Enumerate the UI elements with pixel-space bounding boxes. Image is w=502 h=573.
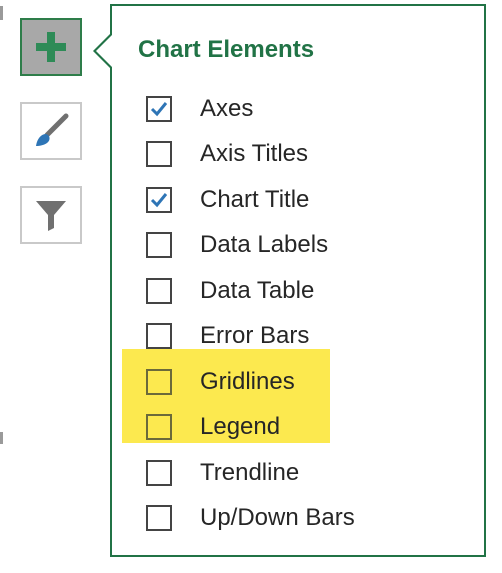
chart-element-item-data-labels[interactable]: Data Labels: [146, 223, 355, 269]
chart-elements-list: Axes Axis Titles Chart Title Data Labels…: [146, 86, 355, 541]
chart-element-item-axes[interactable]: Axes: [146, 86, 355, 132]
chart-element-label: Axis Titles: [200, 140, 309, 168]
chart-filters-button[interactable]: [20, 186, 82, 244]
window-edge-mark-top: [0, 6, 3, 20]
funnel-icon: [33, 197, 69, 233]
chart-element-label: Axes: [200, 94, 254, 122]
chart-styles-button[interactable]: [20, 102, 82, 160]
legend-checkbox[interactable]: [146, 414, 172, 441]
trendline-checkbox[interactable]: [146, 459, 172, 486]
panel-title: Chart Elements: [138, 36, 315, 63]
chart-element-label: Chart Title: [200, 185, 310, 213]
window-edge-mark-bottom: [0, 432, 3, 444]
chart-element-item-chart-title[interactable]: Chart Title: [146, 177, 355, 223]
gridlines-checkbox[interactable]: [146, 368, 172, 395]
chart-element-item-trendline[interactable]: Trendline: [146, 450, 355, 496]
add-chart-element-button[interactable]: [20, 18, 82, 76]
checkmark-icon: [150, 192, 168, 207]
chart-element-label: Gridlines: [200, 367, 295, 395]
chart-element-label: Data Labels: [200, 231, 329, 259]
chart-element-label: Up/Down Bars: [200, 504, 355, 532]
axes-checkbox[interactable]: [146, 95, 172, 122]
chart-element-item-error-bars[interactable]: Error Bars: [146, 314, 355, 360]
chart-element-item-legend[interactable]: Legend: [146, 405, 355, 451]
checkmark-icon: [150, 101, 168, 116]
chart-element-label: Legend: [200, 413, 281, 441]
chart-element-label: Trendline: [200, 458, 300, 486]
paintbrush-icon: [32, 112, 70, 150]
error-bars-checkbox[interactable]: [146, 323, 172, 350]
data-table-checkbox[interactable]: [146, 277, 172, 304]
chart-element-item-data-table[interactable]: Data Table: [146, 268, 355, 314]
data-labels-checkbox[interactable]: [146, 232, 172, 259]
chart-elements-panel: Chart Elements Axes Axis Titles Chart Ti…: [110, 4, 486, 557]
chart-element-label: Data Table: [200, 276, 315, 304]
chart-element-item-up-down-bars[interactable]: Up/Down Bars: [146, 496, 355, 542]
chart-title-checkbox[interactable]: [146, 186, 172, 213]
axis-titles-checkbox[interactable]: [146, 141, 172, 168]
panel-pointer-fill: [96, 35, 112, 67]
chart-element-item-gridlines[interactable]: Gridlines: [146, 359, 355, 405]
chart-element-label: Error Bars: [200, 322, 310, 350]
plus-icon: [34, 30, 68, 64]
chart-element-item-axis-titles[interactable]: Axis Titles: [146, 132, 355, 178]
up-down-bars-checkbox[interactable]: [146, 505, 172, 532]
